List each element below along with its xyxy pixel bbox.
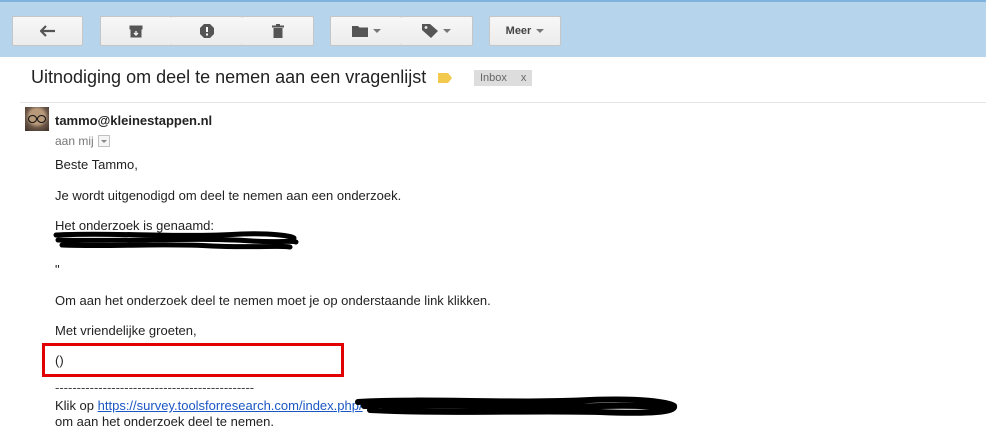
move-to-button[interactable] — [330, 16, 402, 46]
remove-label-button[interactable]: x — [521, 70, 527, 86]
delete-button[interactable] — [242, 16, 314, 46]
body-closing: Met vriendelijke groeten, — [55, 323, 197, 338]
folder-icon — [351, 26, 368, 37]
body-divider-line: ----------------------------------------… — [55, 380, 255, 395]
label-chip-inbox: Inbox x — [474, 70, 533, 86]
label-tag-icon — [422, 24, 438, 38]
email-subject: Uitnodiging om deel te nemen aan een vra… — [31, 67, 427, 87]
chevron-down-icon — [443, 29, 451, 33]
chevron-down-icon — [100, 139, 107, 143]
more-button-label: Meer — [505, 25, 532, 37]
trash-icon — [271, 24, 284, 38]
report-spam-button[interactable] — [171, 16, 243, 46]
redaction-scribble — [53, 231, 299, 250]
recipient-line: aan mij — [55, 134, 110, 148]
body-invite: Je wordt uitgenodigd om deel te nemen aa… — [55, 188, 402, 203]
archive-icon — [129, 25, 143, 37]
survey-link[interactable]: https://survey.toolsforresearch.com/inde… — [98, 398, 363, 413]
divider — [20, 102, 986, 103]
highlight-box — [42, 343, 344, 377]
recipient-label: aan mij — [55, 134, 94, 148]
body-quote-close: " — [55, 262, 60, 277]
link-prefix: Klik op — [55, 398, 98, 413]
labels-button[interactable] — [401, 16, 473, 46]
body-link-suffix: om aan het onderzoek deel te nemen. — [55, 414, 274, 429]
chevron-down-icon — [536, 29, 545, 33]
show-details-button[interactable] — [97, 135, 110, 147]
reply-arrow-icon — [39, 25, 55, 37]
label-chip-text: Inbox — [480, 72, 507, 84]
report-spam-icon — [199, 24, 214, 38]
archive-button[interactable] — [100, 16, 172, 46]
redaction-scribble — [355, 396, 677, 416]
sender-email[interactable]: tammo@kleinestappen.nl — [55, 113, 212, 128]
more-button[interactable]: Meer — [489, 16, 561, 46]
important-marker-icon[interactable] — [438, 73, 452, 83]
back-button[interactable] — [12, 16, 83, 46]
chevron-down-icon — [372, 29, 381, 33]
toolbar: Meer — [0, 0, 986, 57]
avatar — [25, 107, 49, 131]
body-link-line: Klik op https://survey.toolsforresearch.… — [55, 398, 363, 413]
body-signature: () — [55, 353, 64, 368]
body-instruction: Om aan het onderzoek deel te nemen moet … — [55, 293, 491, 308]
body-greeting: Beste Tammo, — [55, 157, 138, 172]
